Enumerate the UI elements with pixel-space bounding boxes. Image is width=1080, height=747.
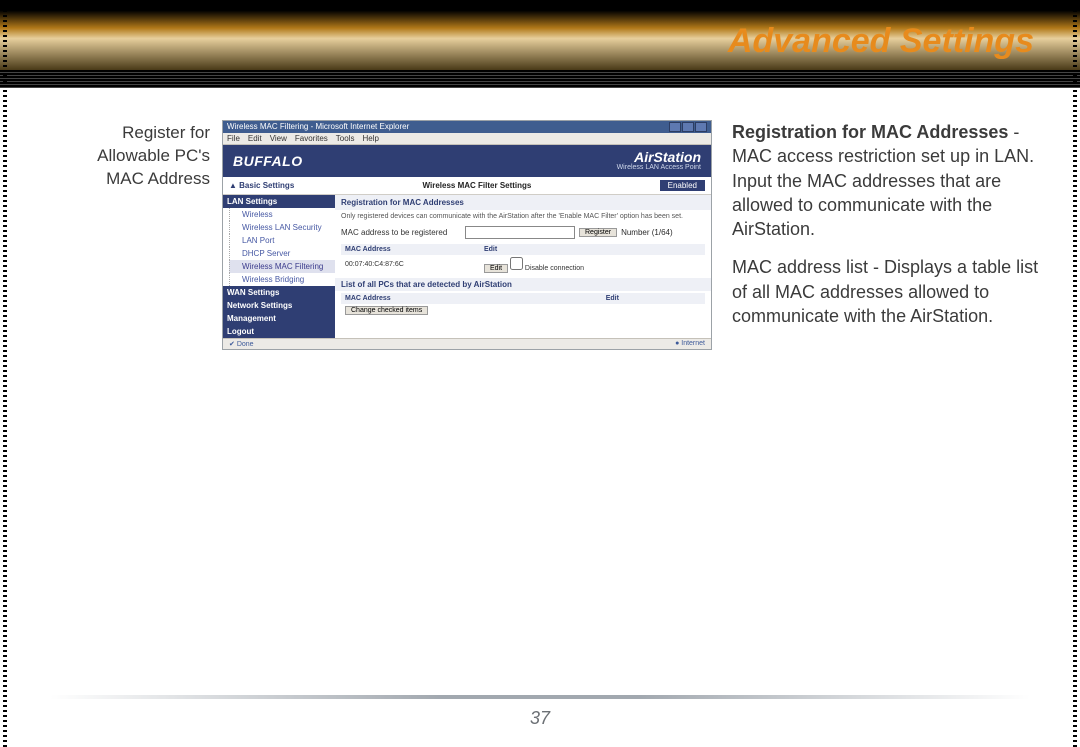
det-col-edit: Edit bbox=[602, 293, 705, 304]
menu-favorites[interactable]: Favorites bbox=[295, 134, 328, 143]
nav-dhcp[interactable]: DHCP Server bbox=[229, 247, 335, 260]
col-edit: Edit bbox=[480, 244, 705, 255]
nav-lan-header[interactable]: LAN Settings bbox=[223, 195, 335, 208]
nav-mac-filtering[interactable]: Wireless MAC Filtering bbox=[229, 260, 335, 273]
table-row: 00:07:40:C4:87:6C Edit Disable connectio… bbox=[341, 255, 705, 275]
nav-lan-port[interactable]: LAN Port bbox=[229, 234, 335, 247]
home-label[interactable]: ▲ Basic Settings bbox=[229, 181, 294, 190]
nav-wireless[interactable]: Wireless bbox=[229, 208, 335, 221]
menu-help[interactable]: Help bbox=[362, 134, 378, 143]
description: Registration for MAC Addresses - MAC acc… bbox=[724, 120, 1040, 350]
menu-tools[interactable]: Tools bbox=[336, 134, 355, 143]
side-ticks-right bbox=[1073, 0, 1077, 747]
menu-view[interactable]: View bbox=[270, 134, 287, 143]
cell-edit: Edit Disable connection bbox=[480, 255, 705, 275]
browser-titlebar: Wireless MAC Filtering - Microsoft Inter… bbox=[223, 121, 711, 133]
browser-window: Wireless MAC Filtering - Microsoft Inter… bbox=[222, 120, 712, 350]
window-controls bbox=[669, 122, 707, 132]
side-ticks-left bbox=[3, 0, 7, 747]
detected-table: MAC Address Edit Change checked items bbox=[341, 293, 705, 317]
app-header: BUFFALO AirStation Wireless LAN Access P… bbox=[223, 145, 711, 177]
edit-button[interactable]: Edit bbox=[484, 264, 508, 273]
table-row: Change checked items bbox=[341, 304, 705, 317]
brand-logo: BUFFALO bbox=[233, 153, 303, 169]
footer-rule bbox=[50, 695, 1030, 699]
status-left: ✔ Done bbox=[229, 340, 254, 348]
nav-bridging[interactable]: Wireless Bridging bbox=[229, 273, 335, 286]
det-col-mac: MAC Address bbox=[341, 293, 602, 304]
app-body: LAN Settings Wireless Wireless LAN Secur… bbox=[223, 195, 711, 338]
disable-checkbox[interactable] bbox=[510, 257, 523, 270]
page-number: 37 bbox=[0, 708, 1080, 729]
product-sub: Wireless LAN Access Point bbox=[617, 164, 701, 171]
nav-wan-header[interactable]: WAN Settings bbox=[223, 286, 335, 299]
content-row: Register for Allowable PC's MAC Address … bbox=[80, 120, 1040, 350]
cell-mac: 00:07:40:C4:87:6C bbox=[341, 255, 480, 275]
browser-statusbar: ✔ Done ● Internet bbox=[223, 338, 711, 349]
nav-logout[interactable]: Logout bbox=[223, 325, 335, 338]
panel-note: Only registered devices can communicate … bbox=[335, 210, 711, 223]
panel-title: Registration for MAC Addresses bbox=[335, 195, 711, 210]
nav-management-header[interactable]: Management bbox=[223, 312, 335, 325]
close-icon[interactable] bbox=[695, 122, 707, 132]
menu-edit[interactable]: Edit bbox=[248, 134, 262, 143]
minimize-icon[interactable] bbox=[669, 122, 681, 132]
section-label: Wireless MAC Filter Settings bbox=[423, 181, 532, 190]
side-nav: LAN Settings Wireless Wireless LAN Secur… bbox=[223, 195, 335, 338]
number-label: Number (1/64) bbox=[621, 228, 673, 237]
col-mac: MAC Address bbox=[341, 244, 480, 255]
mac-input[interactable] bbox=[465, 226, 575, 239]
register-row: MAC address to be registered Register Nu… bbox=[335, 223, 711, 242]
nav-wlan-security[interactable]: Wireless LAN Security bbox=[229, 221, 335, 234]
screenshot-caption: Register for Allowable PC's MAC Address bbox=[80, 120, 210, 350]
status-right-text: Internet bbox=[681, 340, 705, 347]
change-checked-button[interactable]: Change checked items bbox=[345, 306, 428, 315]
register-button[interactable]: Register bbox=[579, 228, 617, 237]
product-label: AirStation Wireless LAN Access Point bbox=[617, 151, 701, 171]
description-p1: Registration for MAC Addresses - MAC acc… bbox=[732, 120, 1040, 241]
top-lines bbox=[0, 70, 1080, 88]
enabled-button[interactable]: Enabled bbox=[660, 180, 705, 191]
main-panel: Registration for MAC Addresses Only regi… bbox=[335, 195, 711, 338]
nav-network-header[interactable]: Network Settings bbox=[223, 299, 335, 312]
detected-title: List of all PCs that are detected by Air… bbox=[335, 278, 711, 291]
browser-window-title: Wireless MAC Filtering - Microsoft Inter… bbox=[227, 122, 409, 132]
description-p2: MAC address list - Displays a table list… bbox=[732, 255, 1040, 328]
status-right: ● Internet bbox=[675, 340, 705, 348]
sub-header: ▲ Basic Settings Wireless MAC Filter Set… bbox=[223, 177, 711, 195]
status-left-text: Done bbox=[237, 341, 254, 348]
product-name: AirStation bbox=[617, 151, 701, 164]
maximize-icon[interactable] bbox=[682, 122, 694, 132]
menu-file[interactable]: File bbox=[227, 134, 240, 143]
disable-label: Disable connection bbox=[525, 265, 584, 272]
description-p1-bold: Registration for MAC Addresses bbox=[732, 122, 1008, 142]
register-label: MAC address to be registered bbox=[341, 228, 461, 237]
browser-menu: File Edit View Favorites Tools Help bbox=[223, 133, 711, 145]
page-title: Advanced Settings bbox=[728, 22, 1034, 61]
home-label-text: Basic Settings bbox=[239, 181, 294, 190]
mac-table: MAC Address Edit 00:07:40:C4:87:6C Edit … bbox=[341, 244, 705, 275]
